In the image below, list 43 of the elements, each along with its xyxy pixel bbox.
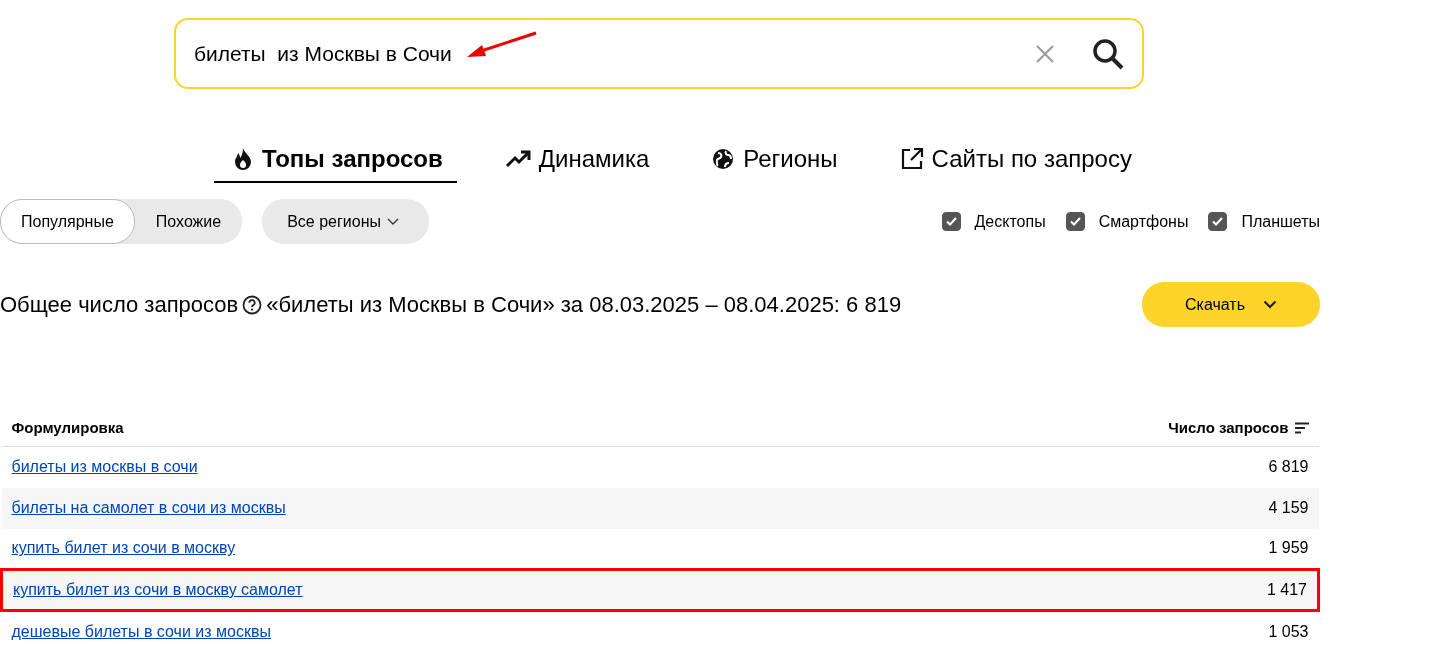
chevron-down-icon <box>1263 300 1277 309</box>
checkmark-icon <box>1069 217 1081 226</box>
query-link[interactable]: дешевые билеты в сочи из москвы <box>11 622 271 640</box>
table-cell: 4 159 <box>870 487 1319 529</box>
tab[interactable]: Регионы <box>693 141 852 183</box>
mode-option[interactable]: Похожие <box>134 199 243 244</box>
sort-icon[interactable] <box>1294 421 1309 434</box>
annotation-arrow <box>466 30 538 60</box>
chevron-down-icon <box>386 217 399 226</box>
column-header[interactable]: Число запросов <box>1168 419 1289 436</box>
checkbox-label: Десктопы <box>974 212 1046 231</box>
checkbox-label: Смартфоны <box>1098 212 1189 231</box>
search-field[interactable]: билеты из Москвы в Сочи <box>174 18 1144 89</box>
trend-arrow-icon <box>504 149 531 169</box>
checkmark-icon <box>1212 217 1224 226</box>
checkmark-icon <box>945 217 957 226</box>
globe-icon <box>711 147 736 171</box>
column-header: Формулировка <box>1 410 871 447</box>
query-link[interactable]: купить билет из сочи в москву самолет <box>13 581 303 598</box>
checkbox-label: Планшеты <box>1241 212 1320 231</box>
clear-icon[interactable] <box>1036 44 1054 63</box>
query-link[interactable]: билеты из москвы в сочи <box>11 458 198 476</box>
search-icon[interactable] <box>1092 37 1124 70</box>
table-cell: 1 053 <box>870 610 1319 652</box>
total-label: Общее число запросов <box>0 291 239 318</box>
table-cell: 6 819 <box>870 446 1319 488</box>
tab[interactable]: Динамика <box>486 141 664 183</box>
table-cell: 1 417 <box>870 569 1319 611</box>
region-dropdown[interactable]: Все регионы <box>262 199 429 244</box>
checkbox[interactable] <box>1065 212 1085 231</box>
download-button[interactable]: Скачать <box>1142 282 1320 327</box>
external-link-icon <box>899 147 924 171</box>
checkbox[interactable] <box>1208 212 1228 231</box>
help-icon[interactable] <box>242 294 263 315</box>
checkbox[interactable] <box>941 212 961 231</box>
search-input[interactable]: билеты из Москвы в Сочи <box>192 40 1036 67</box>
total-summary: «билеты из Москвы в Сочи» за 08.03.2025 – 08.04.2025: 6 819 <box>266 291 902 318</box>
mode-option[interactable]: Популярные <box>0 199 135 244</box>
tab[interactable]: Топы запросов <box>214 141 457 183</box>
query-link[interactable]: билеты на самолет в сочи из москвы <box>11 499 286 516</box>
query-link[interactable]: купить билет из сочи в москву <box>11 539 236 557</box>
table-cell: 1 959 <box>870 528 1319 570</box>
tab[interactable]: Сайты по запросу <box>881 141 1146 183</box>
